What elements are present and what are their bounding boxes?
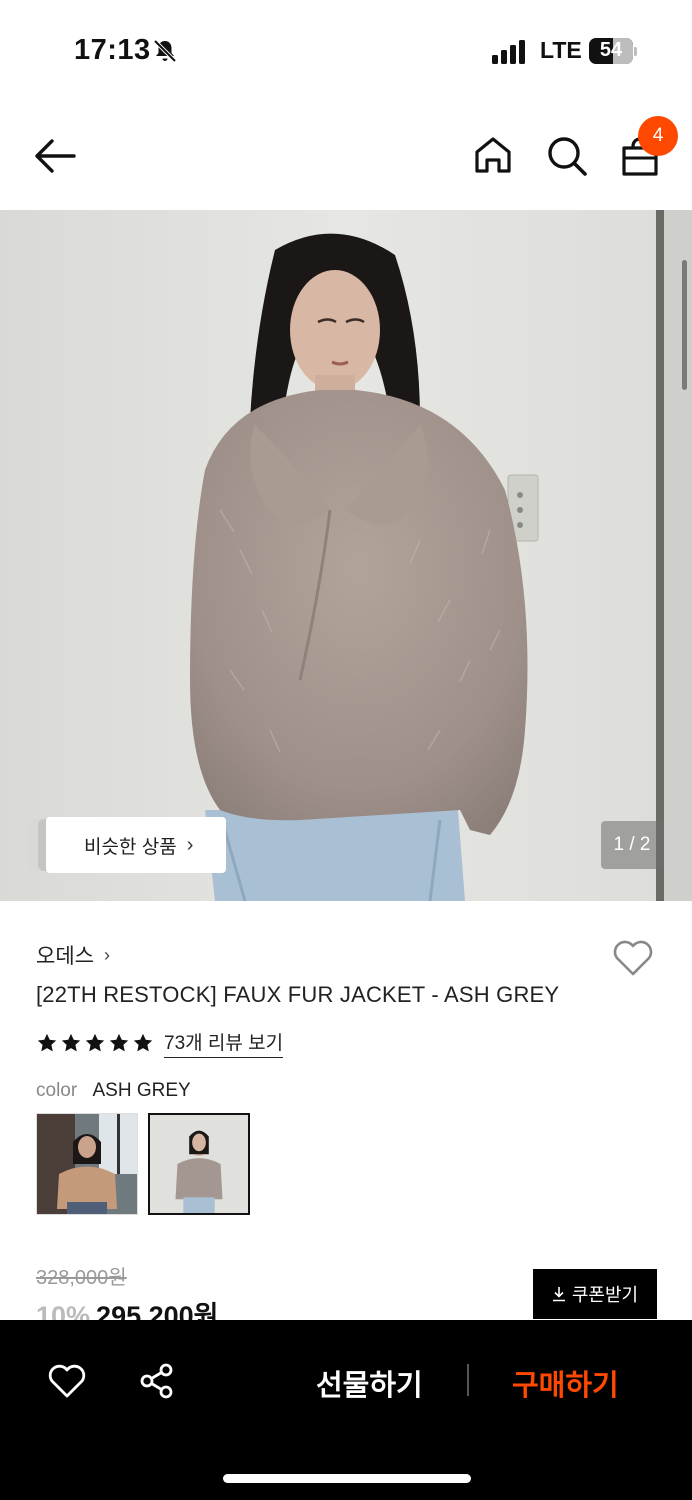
star-icon (37, 1033, 57, 1052)
star-icon (85, 1033, 105, 1052)
signal-icon (492, 40, 525, 64)
arrow-left-icon[interactable] (32, 136, 78, 176)
download-icon (552, 1287, 565, 1302)
color-option-thumbnail-selected[interactable] (148, 1113, 250, 1215)
bell-muted-icon (153, 39, 177, 63)
chevron-right-icon: › (103, 944, 110, 965)
page-scrollbar[interactable] (682, 260, 687, 390)
heart-icon[interactable] (47, 1362, 87, 1400)
brand-link[interactable]: 오데스 › (36, 940, 110, 970)
divider (467, 1364, 469, 1396)
coupon-button[interactable]: 쿠폰받기 (533, 1269, 657, 1319)
star-icon (109, 1033, 129, 1052)
product-photo (0, 210, 692, 901)
gift-button[interactable]: 선물하기 (316, 1362, 423, 1404)
original-price: 328,000원 (36, 1267, 127, 1289)
bottom-action-bar: 선물하기 구매하기 (0, 1320, 692, 1500)
cart-count-badge: 4 (638, 116, 678, 156)
home-indicator (223, 1474, 471, 1483)
share-icon[interactable] (138, 1362, 176, 1400)
similar-products-label: 비슷한 상품 (84, 836, 177, 858)
brand-name: 오데스 (36, 945, 94, 968)
color-value: ASH GREY (92, 1080, 191, 1101)
star-icon (61, 1033, 81, 1052)
battery-level: 54 (599, 39, 623, 61)
heart-icon[interactable] (611, 938, 655, 978)
image-pager: 1 / 2 (601, 821, 663, 869)
status-time: 17:13 (74, 34, 151, 66)
rating-stars (36, 1032, 154, 1054)
chevron-right-icon: › (186, 833, 194, 856)
search-icon[interactable] (545, 134, 589, 178)
status-bar: 17:13 LTE 54 (0, 0, 692, 100)
product-image-gallery[interactable]: 비슷한 상품 › 1 / 2 (0, 210, 692, 901)
network-type: LTE (540, 37, 582, 63)
top-nav: 4 (0, 100, 692, 210)
buy-button[interactable]: 구매하기 (512, 1362, 619, 1404)
rating-row: 73개 리뷰 보기 (36, 1028, 284, 1058)
color-label: color (36, 1080, 78, 1101)
home-icon[interactable] (472, 134, 514, 176)
color-row: color ASH GREY (36, 1080, 191, 1102)
star-icon (133, 1033, 153, 1052)
review-link[interactable]: 73개 리뷰 보기 (164, 1028, 284, 1058)
battery-icon: 54 (589, 38, 637, 64)
product-title: [22TH RESTOCK] FAUX FUR JACKET - ASH GRE… (36, 982, 560, 1007)
coupon-label: 쿠폰받기 (571, 1285, 639, 1305)
color-option-thumbnail[interactable] (36, 1113, 138, 1215)
